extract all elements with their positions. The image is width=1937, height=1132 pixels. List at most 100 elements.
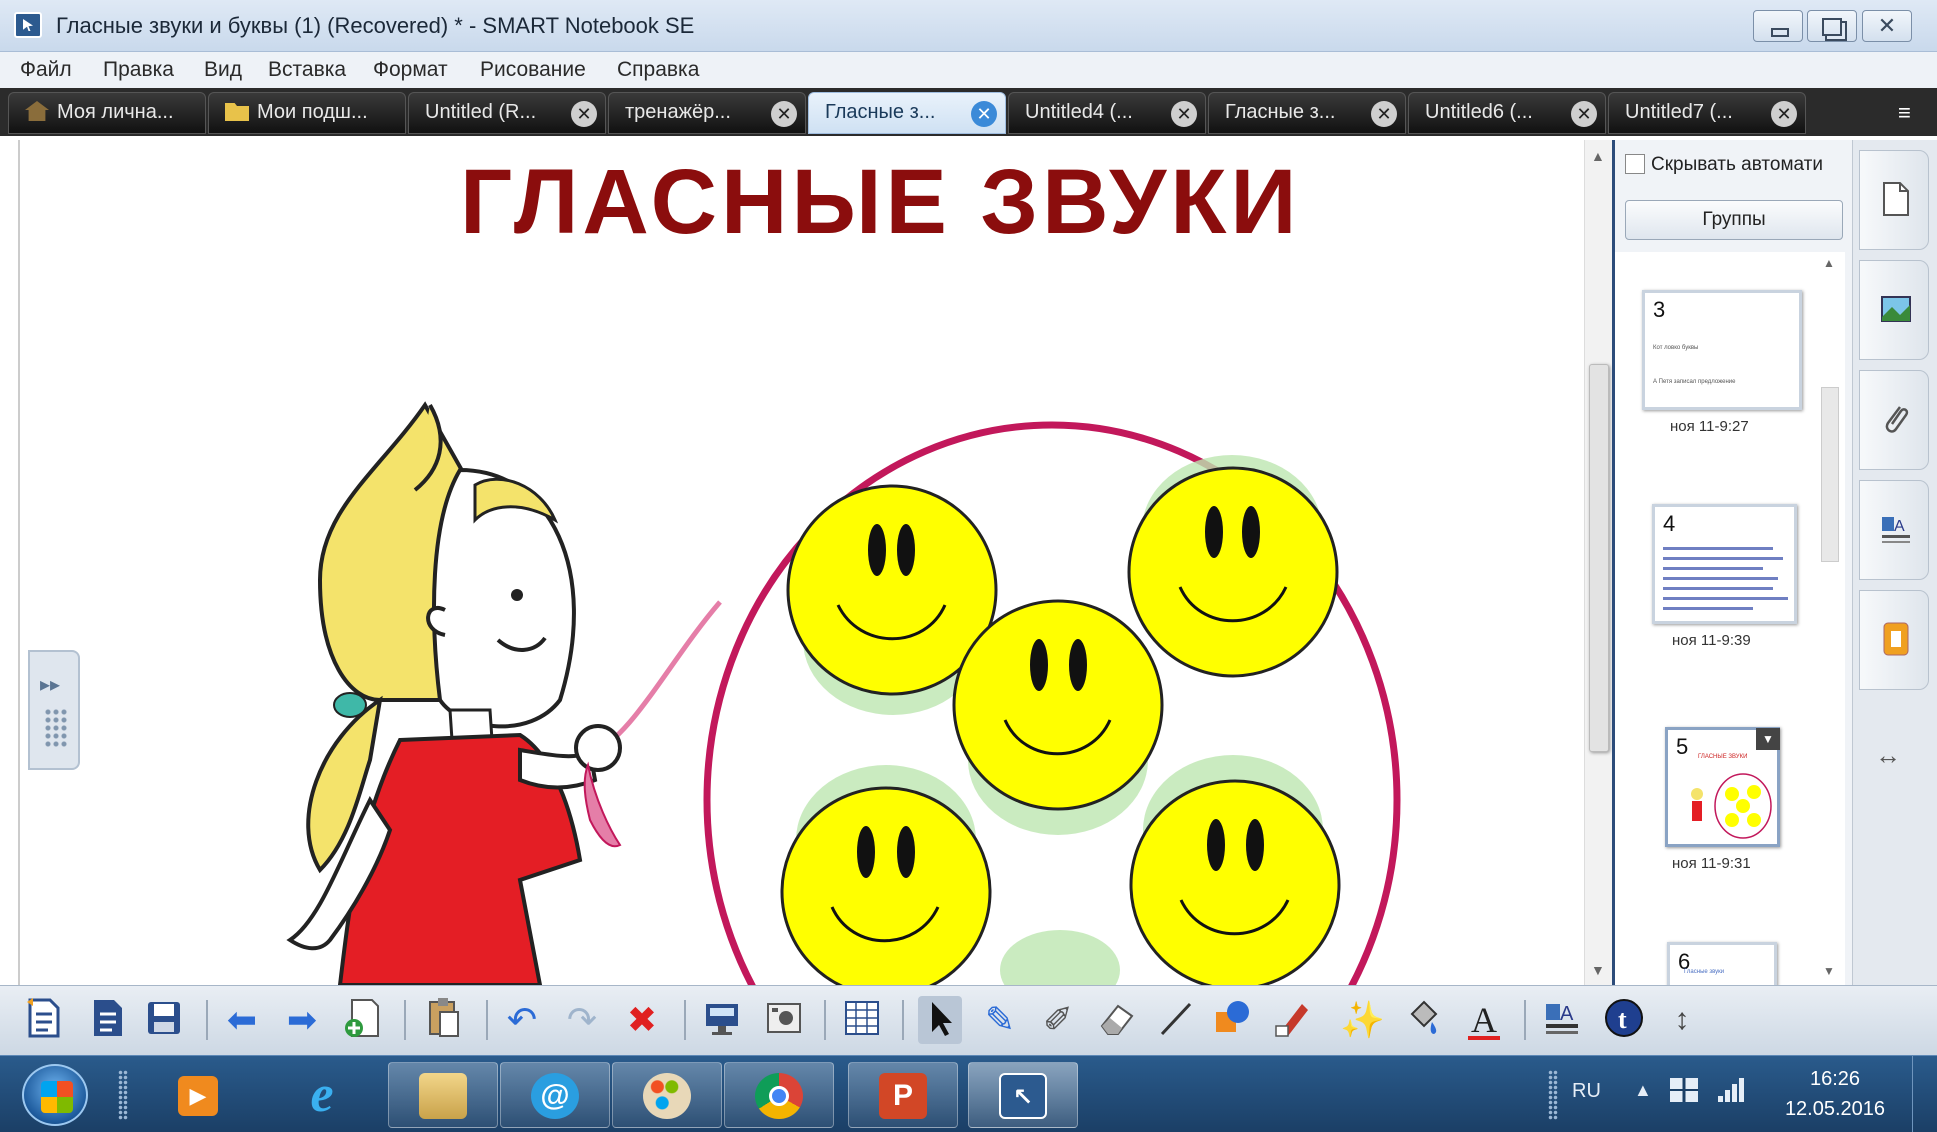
taskbar-app[interactable]: P — [848, 1062, 958, 1128]
autohide-checkbox[interactable]: Скрывать автомати — [1625, 154, 1823, 176]
page-thumbnail-3[interactable]: 3 Кот ловко буквы А Петя записал предлож… — [1642, 290, 1802, 410]
fill-icon[interactable] — [1400, 996, 1444, 1044]
addons-tab[interactable] — [1859, 590, 1929, 690]
close-tab-icon[interactable]: ✕ — [1171, 101, 1197, 127]
undo-icon[interactable]: ↶ — [500, 996, 544, 1044]
close-tab-icon[interactable]: ✕ — [1771, 101, 1797, 127]
tab-untitled6[interactable]: Untitled6 (... ✕ — [1408, 92, 1606, 134]
delete-icon[interactable]: ✖ — [620, 996, 664, 1044]
slide-canvas[interactable]: ГЛАСНЫЕ ЗВУКИ ▸▸ — [18, 140, 1584, 985]
scroll-up-icon[interactable]: ▲ — [1591, 148, 1605, 164]
screen-capture-icon[interactable] — [762, 996, 806, 1044]
restore-button[interactable] — [1807, 10, 1857, 42]
text-icon[interactable]: A — [1462, 996, 1506, 1044]
creative-pen-icon[interactable]: ✐ — [1036, 996, 1080, 1044]
taskbar-app[interactable]: @ — [500, 1062, 610, 1128]
back-icon[interactable]: ⬅ — [220, 996, 264, 1044]
scroll-down-icon[interactable]: ▼ — [1823, 964, 1835, 978]
language-indicator[interactable]: RU — [1572, 1080, 1601, 1103]
tab-untitled4[interactable]: Untitled4 (... ✕ — [1008, 92, 1206, 134]
open-icon[interactable] — [86, 996, 130, 1044]
new-page-icon[interactable] — [22, 996, 66, 1044]
tab-menu-icon[interactable]: ≡ — [1898, 100, 1924, 125]
thumb-timestamp: ноя 11-9:31 — [1672, 855, 1751, 872]
menu-draw[interactable]: Рисование — [480, 58, 586, 82]
menu-edit[interactable]: Правка — [103, 58, 174, 82]
scrollbar-thumb[interactable] — [1589, 364, 1609, 752]
redo-icon[interactable]: ↷ — [560, 996, 604, 1044]
select-icon[interactable] — [918, 996, 962, 1044]
checkbox-icon[interactable] — [1625, 154, 1645, 174]
table-icon[interactable] — [840, 996, 884, 1044]
clock-time[interactable]: 16:26 — [1780, 1068, 1890, 1091]
forward-icon[interactable]: ➡ — [280, 996, 324, 1044]
tab-trenazher[interactable]: тренажёр... ✕ — [608, 92, 806, 134]
taskbar-app[interactable] — [612, 1062, 722, 1128]
scroll-down-icon[interactable]: ▼ — [1591, 962, 1605, 978]
close-tab-icon[interactable]: ✕ — [771, 101, 797, 127]
shapes-icon[interactable] — [1210, 996, 1254, 1044]
page-thumbnail-6[interactable]: 6 Гласные звуки — [1667, 942, 1777, 985]
close-tab-icon[interactable]: ✕ — [571, 101, 597, 127]
windows-logo-icon — [41, 1081, 73, 1113]
taskbar-app-active[interactable]: ↖ — [968, 1062, 1078, 1128]
taskbar-app[interactable]: ▶ — [140, 1062, 250, 1128]
close-tab-icon[interactable]: ✕ — [971, 101, 997, 127]
action-center-icon[interactable] — [1670, 1078, 1698, 1102]
save-icon[interactable] — [142, 996, 186, 1044]
tab-my-subscriptions[interactable]: Мои подш... — [208, 92, 406, 134]
properties-icon[interactable]: A — [1540, 996, 1584, 1044]
taskbar-app[interactable] — [388, 1062, 498, 1128]
tab-untitled-r[interactable]: Untitled (R... ✕ — [408, 92, 606, 134]
paste-icon[interactable] — [422, 996, 466, 1044]
properties-tab[interactable]: A — [1859, 480, 1929, 580]
network-signal-icon[interactable] — [1716, 1074, 1748, 1104]
tab-label: Untitled (R... — [425, 101, 537, 123]
line-icon[interactable] — [1154, 996, 1198, 1044]
menu-view[interactable]: Вид — [204, 58, 242, 82]
close-tab-icon[interactable]: ✕ — [1371, 101, 1397, 127]
attachments-tab[interactable] — [1859, 370, 1929, 470]
move-toolbar-icon[interactable]: ↕ — [1660, 996, 1704, 1044]
pen-icon[interactable]: ✎ — [978, 996, 1022, 1044]
magic-pen-icon[interactable] — [1270, 996, 1314, 1044]
groups-button[interactable]: Группы — [1625, 200, 1843, 240]
dropdown-icon[interactable]: ▼ — [1756, 728, 1780, 750]
minimize-button[interactable] — [1753, 10, 1803, 42]
clock-date[interactable]: 12.05.2016 — [1770, 1098, 1900, 1121]
tab-my-content[interactable]: Моя лична... — [8, 92, 206, 134]
tray-expand-icon[interactable]: ▲ — [1634, 1080, 1652, 1101]
tab-untitled7[interactable]: Untitled7 (... ✕ — [1608, 92, 1806, 134]
gallery-icon — [1881, 296, 1911, 322]
page-thumbnail-5[interactable]: 5 ГЛАСНЫЕ ЗВУКИ ▼ — [1665, 727, 1780, 847]
tab-glasnye-2[interactable]: Гласные з... ✕ — [1208, 92, 1406, 134]
taskbar-app[interactable]: e — [268, 1062, 378, 1128]
menu-help[interactable]: Справка — [617, 58, 699, 82]
show-desktop-button[interactable] — [1912, 1056, 1937, 1132]
page-sorter-tab[interactable] — [1859, 150, 1929, 250]
screen-shade-icon[interactable] — [700, 996, 744, 1044]
menu-file[interactable]: Файл — [20, 58, 72, 82]
info-icon[interactable]: t — [1602, 996, 1646, 1044]
menu-format[interactable]: Формат — [373, 58, 448, 82]
scroll-up-icon[interactable]: ▲ — [1823, 256, 1835, 270]
gallery-tab[interactable] — [1859, 260, 1929, 360]
add-page-icon[interactable] — [340, 996, 384, 1044]
panel-resize-icon[interactable]: ↔ — [1875, 740, 1901, 771]
magic-wand-icon[interactable]: ✨ — [1340, 996, 1385, 1044]
menu-insert[interactable]: Вставка — [268, 58, 346, 82]
taskbar-app[interactable] — [724, 1062, 834, 1128]
tab-label: тренажёр... — [625, 101, 731, 123]
start-button[interactable] — [22, 1064, 88, 1126]
scrollbar-thumb[interactable] — [1821, 387, 1839, 562]
svg-text:A: A — [1560, 1003, 1574, 1025]
page-number: 3 — [1653, 297, 1666, 322]
thumbnail-scrollbar[interactable]: ▲ ▼ — [1817, 252, 1843, 985]
close-tab-icon[interactable]: ✕ — [1571, 101, 1597, 127]
close-button[interactable]: ✕ — [1862, 10, 1912, 42]
page-thumbnail-4[interactable]: 4 — [1652, 504, 1797, 624]
tab-glasnye-active[interactable]: Гласные з... ✕ — [808, 92, 1006, 134]
expand-panel-handle[interactable]: ▸▸ — [28, 650, 80, 770]
canvas-scrollbar[interactable]: ▲ ▼ — [1584, 140, 1612, 985]
eraser-icon[interactable] — [1094, 996, 1138, 1044]
